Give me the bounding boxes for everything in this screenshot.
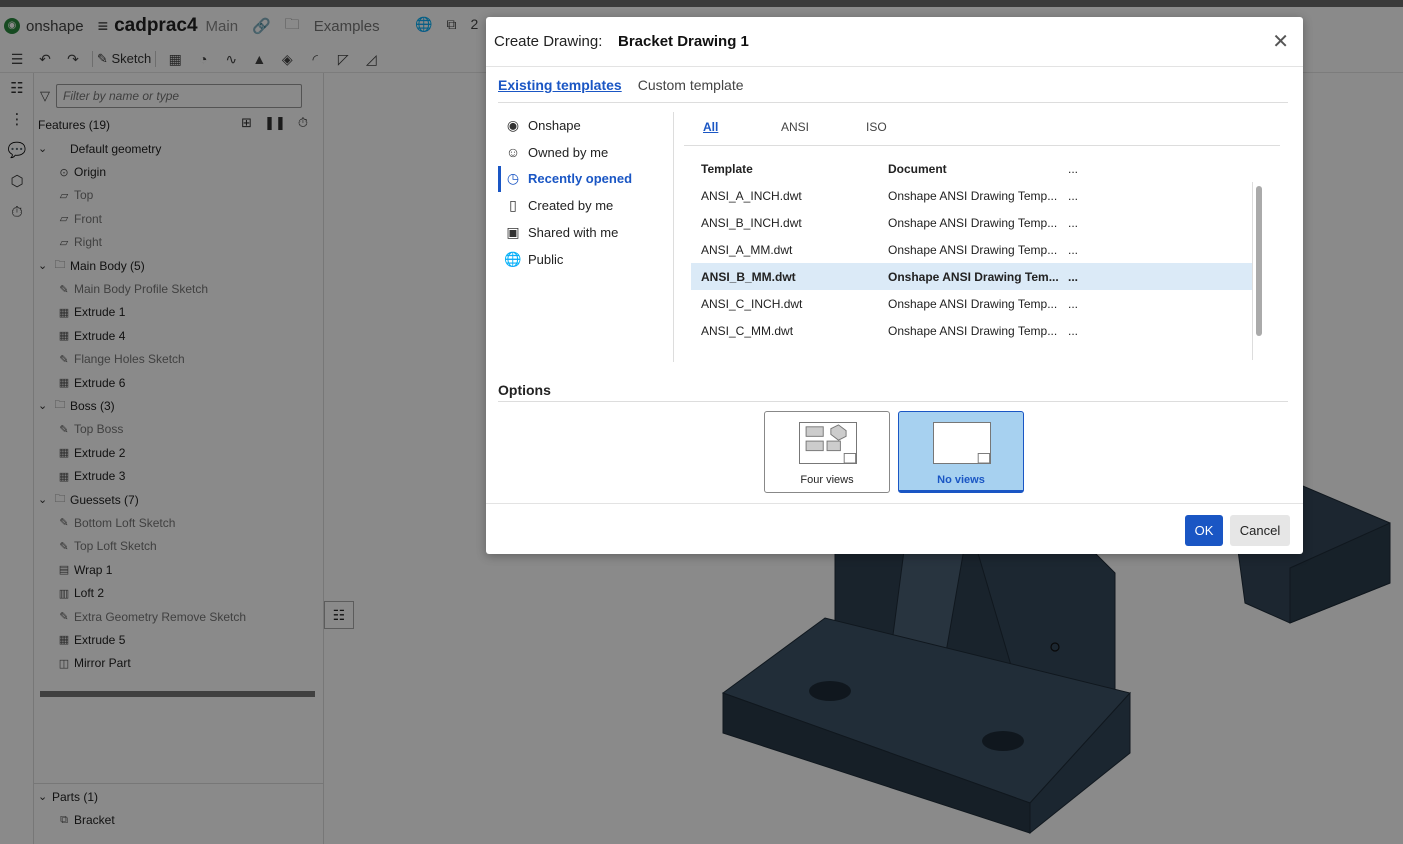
source-item[interactable]: ◉ Onshape bbox=[498, 112, 673, 139]
table-cell: ANSI_C_INCH.dwt bbox=[701, 297, 803, 311]
template-source-list: ◉ Onshape ☺ Owned by me ◷ Recently opened ▯ Cre… bbox=[498, 112, 674, 362]
column-document[interactable]: Document bbox=[888, 162, 947, 176]
source-item[interactable]: 🌐 Public bbox=[498, 246, 673, 273]
tab-all[interactable]: All bbox=[703, 120, 718, 134]
table-cell: ANSI_B_INCH.dwt bbox=[701, 216, 802, 230]
dialog-title-name[interactable]: Bracket Drawing 1 bbox=[618, 33, 749, 50]
table-cell: Onshape ANSI Drawing Tem... bbox=[888, 270, 1059, 284]
dialog-footer: OK Cancel bbox=[486, 503, 1303, 554]
template-tabs: Existing templates Custom template bbox=[498, 77, 1288, 103]
create-drawing-dialog: Create Drawing: Bracket Drawing 1 ✕ Exis… bbox=[486, 17, 1303, 554]
close-icon[interactable]: ✕ bbox=[1272, 29, 1289, 54]
table-cell: ... bbox=[1068, 324, 1079, 338]
window-top-strip bbox=[0, 0, 1403, 7]
table-cell: ANSI_A_INCH.dwt bbox=[701, 189, 802, 203]
tab-custom-template[interactable]: Custom template bbox=[638, 77, 744, 102]
scrollbar-thumb[interactable] bbox=[1256, 186, 1262, 336]
table-row[interactable]: ANSI_A_MM.dwt Onshape ANSI Drawing Temp..… bbox=[691, 236, 1253, 263]
user-icon: ☺ bbox=[505, 144, 521, 161]
table-cell: ... bbox=[1068, 297, 1079, 311]
onshape-logo-icon: ◉ bbox=[506, 116, 520, 133]
table-cell: ... bbox=[1068, 243, 1079, 257]
clock-icon: ◷ bbox=[506, 170, 520, 187]
source-item[interactable]: ▯ Created by me bbox=[498, 192, 673, 219]
table-row[interactable]: ANSI_A_INCH.dwt Onshape ANSI Drawing Temp… bbox=[691, 182, 1253, 209]
table-cell: Onshape ANSI Drawing Temp... bbox=[888, 297, 1058, 311]
option-no-views[interactable]: No views bbox=[898, 411, 1024, 493]
table-row[interactable]: ANSI_B_INCH.dwt Onshape ANSI Drawing Temp… bbox=[691, 209, 1253, 236]
source-label: Owned by me bbox=[528, 144, 609, 160]
ok-button[interactable]: OK bbox=[1185, 515, 1223, 546]
no-views-icon bbox=[933, 422, 991, 464]
source-item[interactable]: ◷ Recently opened bbox=[498, 165, 673, 193]
globe-icon: 🌐 bbox=[504, 250, 522, 267]
table-cell: ANSI_A_MM.dwt bbox=[701, 243, 793, 257]
shared-user-icon: ▣ bbox=[506, 224, 520, 241]
option-four-views[interactable]: Four views bbox=[764, 411, 890, 493]
column-more[interactable]: ... bbox=[1068, 162, 1078, 176]
dialog-title-prefix: Create Drawing: bbox=[494, 33, 603, 50]
table-row[interactable]: ANSI_B_MM.dwt Onshape ANSI Drawing Tem...… bbox=[691, 263, 1253, 290]
table-cell: Onshape ANSI Drawing Temp... bbox=[888, 189, 1058, 203]
table-cell: Onshape ANSI Drawing Temp... bbox=[888, 324, 1058, 338]
option-label: No views bbox=[937, 474, 985, 486]
source-label: Created by me bbox=[528, 198, 614, 214]
table-cell: ANSI_B_MM.dwt bbox=[701, 270, 796, 284]
table-row[interactable]: ANSI_C_MM.dwt Onshape ANSI Drawing Temp..… bbox=[691, 317, 1253, 344]
tab-ansi[interactable]: ANSI bbox=[781, 120, 809, 134]
table-cell: Onshape ANSI Drawing Temp... bbox=[888, 216, 1058, 230]
tab-iso[interactable]: ISO bbox=[866, 120, 887, 134]
options-divider bbox=[498, 401, 1288, 402]
tab-existing-templates[interactable]: Existing templates bbox=[498, 77, 622, 102]
dialog-header: Create Drawing: Bracket Drawing 1 ✕ bbox=[486, 17, 1303, 67]
standard-tabs: All ANSI ISO bbox=[684, 117, 1280, 146]
option-label: Four views bbox=[800, 474, 854, 486]
table-scrollbar[interactable] bbox=[1252, 182, 1266, 360]
table-cell: Onshape ANSI Drawing Temp... bbox=[888, 243, 1058, 257]
source-item[interactable]: ▣ Shared with me bbox=[498, 219, 673, 246]
table-cell: ... bbox=[1068, 216, 1079, 230]
document-icon: ▯ bbox=[509, 197, 517, 214]
source-label: Public bbox=[528, 251, 564, 267]
source-item[interactable]: ☺ Owned by me bbox=[498, 139, 673, 166]
column-template[interactable]: Template bbox=[701, 162, 753, 176]
source-label: Onshape bbox=[528, 117, 581, 133]
source-label: Shared with me bbox=[528, 225, 619, 241]
table-cell: ... bbox=[1068, 270, 1079, 284]
options-title: Options bbox=[498, 382, 551, 398]
source-label: Recently opened bbox=[528, 171, 633, 187]
table-row[interactable]: ANSI_C_INCH.dwt Onshape ANSI Drawing Temp… bbox=[691, 290, 1253, 317]
cancel-button[interactable]: Cancel bbox=[1230, 515, 1290, 546]
four-views-icon bbox=[799, 422, 857, 464]
table-cell: ... bbox=[1068, 189, 1079, 203]
table-cell: ANSI_C_MM.dwt bbox=[701, 324, 794, 338]
